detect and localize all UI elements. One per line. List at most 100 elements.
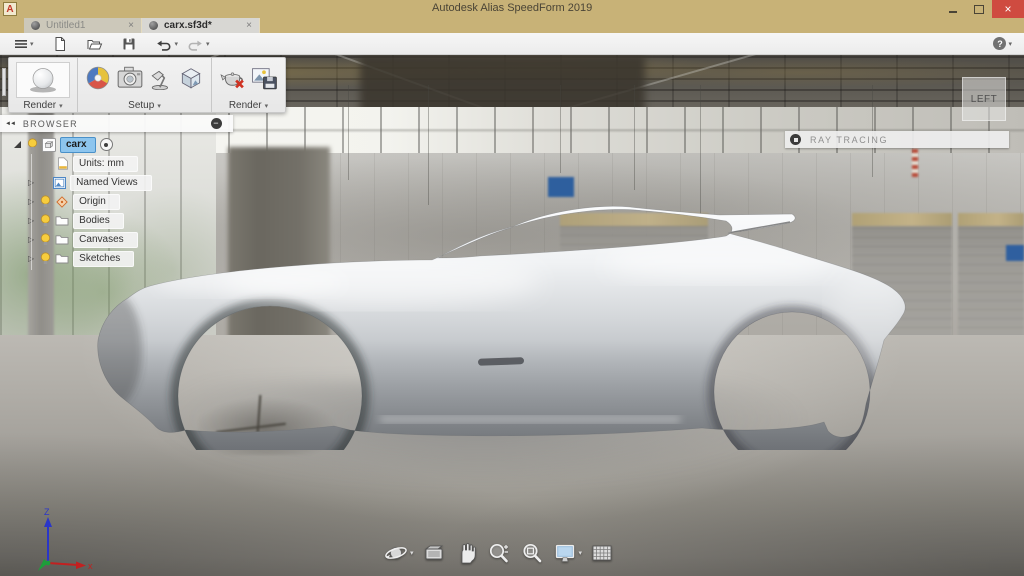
- tree-row-origin[interactable]: ▷ Origin: [0, 193, 233, 210]
- visibility-bulb-icon[interactable]: [27, 138, 38, 151]
- display-settings-icon: [552, 541, 578, 565]
- autodesk-logo-icon[interactable]: A: [3, 2, 17, 16]
- stop-render-button[interactable]: [219, 66, 246, 95]
- new-file-button[interactable]: [48, 34, 72, 54]
- 3d-viewport[interactable]: Render▾: [0, 55, 1024, 576]
- open-file-button[interactable]: [82, 34, 107, 54]
- document-sphere-icon: [149, 21, 158, 30]
- tree-item-label-units[interactable]: Units: mm: [73, 156, 138, 172]
- redo-button[interactable]: ▾: [182, 34, 214, 54]
- visibility-bulb-icon[interactable]: [40, 252, 51, 265]
- save-image-icon: [251, 65, 278, 91]
- zoom-icon: [486, 541, 512, 565]
- visibility-bulb-icon[interactable]: [40, 233, 51, 246]
- caret-down-icon: ▾: [265, 102, 269, 110]
- zoom-button[interactable]: [486, 541, 512, 565]
- origin-icon: [55, 195, 69, 209]
- restore-icon: [974, 5, 984, 14]
- hanging-cable: [348, 85, 349, 180]
- quick-access-toolbar: ▾ ▾: [0, 33, 1024, 55]
- capture-image-button[interactable]: [251, 65, 278, 96]
- tree-item-label-carx[interactable]: carx: [60, 137, 96, 153]
- ray-tracing-stop-icon[interactable]: [790, 134, 801, 145]
- tree-row-bodies[interactable]: ▷ Bodies: [0, 212, 233, 229]
- look-at-button[interactable]: [422, 541, 446, 565]
- ray-tracing-bar[interactable]: RAY TRACING: [785, 131, 1009, 148]
- fit-button[interactable]: [520, 541, 544, 565]
- visibility-bulb-icon[interactable]: [40, 195, 51, 208]
- titlebar: A Autodesk Alias SpeedForm 2019 ×: [0, 0, 1024, 18]
- close-icon: ×: [1004, 2, 1011, 16]
- close-button[interactable]: ×: [992, 0, 1024, 18]
- grid-button[interactable]: [590, 541, 614, 565]
- help-button[interactable]: ? ▾: [989, 34, 1016, 54]
- view-cube[interactable]: LEFT: [962, 77, 1006, 121]
- tab-untitled1[interactable]: Untitled1 ×: [24, 18, 142, 33]
- appearance-button[interactable]: [85, 65, 111, 96]
- folder-icon: [55, 253, 69, 264]
- tree-guide-line: [31, 154, 32, 270]
- hanging-cable: [700, 85, 701, 215]
- caret-down-icon: ▾: [410, 549, 414, 557]
- caret-down-icon: ▾: [206, 40, 210, 48]
- ribbon-group-render-mode: Render▾: [9, 58, 77, 112]
- display-settings-button[interactable]: ▾: [552, 541, 583, 565]
- render-sphere-icon: [23, 66, 63, 94]
- desk-lamp-icon: [149, 66, 173, 90]
- tree-item-label-sketches[interactable]: Sketches: [73, 251, 134, 267]
- collapse-panel-icon[interactable]: ◄◄: [5, 121, 15, 127]
- new-file-icon: [52, 36, 68, 52]
- orbit-button[interactable]: ▾: [383, 541, 414, 565]
- open-folder-icon: [86, 36, 103, 52]
- grid-icon: [590, 541, 614, 565]
- scene-settings-button[interactable]: [116, 66, 144, 95]
- visibility-bulb-icon[interactable]: [40, 214, 51, 227]
- folder-icon: [55, 215, 69, 226]
- tree-item-label-bodies[interactable]: Bodies: [73, 213, 124, 229]
- tab-carx[interactable]: carx.sf3d* ×: [142, 18, 260, 33]
- activate-radio-icon[interactable]: [100, 138, 113, 151]
- tab-close-icon[interactable]: ×: [114, 20, 134, 31]
- browser-tree: carx Units: mm ▷ Named Views: [0, 132, 233, 267]
- caret-down-icon: ▾: [59, 102, 63, 110]
- remove-icon[interactable]: −: [211, 118, 222, 129]
- caret-down-icon: ▾: [579, 549, 583, 557]
- tree-row-sketches[interactable]: ▷ Sketches: [0, 250, 233, 267]
- window-title: Autodesk Alias SpeedForm 2019: [432, 2, 592, 14]
- tree-item-label-origin[interactable]: Origin: [73, 194, 120, 210]
- environment-button[interactable]: [178, 65, 204, 96]
- tree-item-label-named-views[interactable]: Named Views: [70, 175, 152, 191]
- file-menu-button[interactable]: ▾: [10, 34, 38, 54]
- tab-close-icon[interactable]: ×: [232, 20, 252, 31]
- caret-expanded-icon[interactable]: [14, 141, 21, 148]
- in-canvas-render-button[interactable]: [16, 62, 70, 98]
- ribbon-group-setup: Setup▾: [77, 58, 211, 112]
- color-wheel-icon: [85, 65, 111, 91]
- caret-down-icon: ▾: [1008, 40, 1012, 48]
- undo-icon: [155, 36, 173, 52]
- render-output-group-label[interactable]: Render▾: [229, 100, 268, 111]
- component-cube-icon: [42, 138, 56, 152]
- tree-row-named-views[interactable]: ▷ Named Views: [0, 174, 233, 191]
- lighting-button[interactable]: [149, 66, 173, 95]
- tree-row-units[interactable]: Units: mm: [0, 155, 233, 172]
- browser-header: ◄◄ BROWSER −: [0, 115, 233, 132]
- tree-row-root[interactable]: carx: [0, 136, 233, 153]
- save-floppy-icon: [121, 36, 137, 52]
- save-button[interactable]: [117, 34, 141, 54]
- axis-triad: Z x: [26, 505, 96, 575]
- orbit-icon: [383, 541, 409, 565]
- undo-button[interactable]: ▾: [151, 34, 183, 54]
- render-group-label[interactable]: Render▾: [23, 100, 62, 111]
- panel-handle[interactable]: [2, 68, 6, 96]
- minimize-button[interactable]: [940, 0, 966, 18]
- view-cube-face-label: LEFT: [971, 94, 997, 105]
- navigation-bar: ▾: [383, 541, 614, 565]
- fit-icon: [520, 541, 544, 565]
- restore-button[interactable]: [966, 0, 992, 18]
- tree-item-label-canvases[interactable]: Canvases: [73, 232, 137, 248]
- folder-icon: [55, 234, 69, 245]
- setup-group-label[interactable]: Setup▾: [128, 100, 161, 111]
- pan-button[interactable]: [454, 541, 478, 565]
- tree-row-canvases[interactable]: ▷ Canvases: [0, 231, 233, 248]
